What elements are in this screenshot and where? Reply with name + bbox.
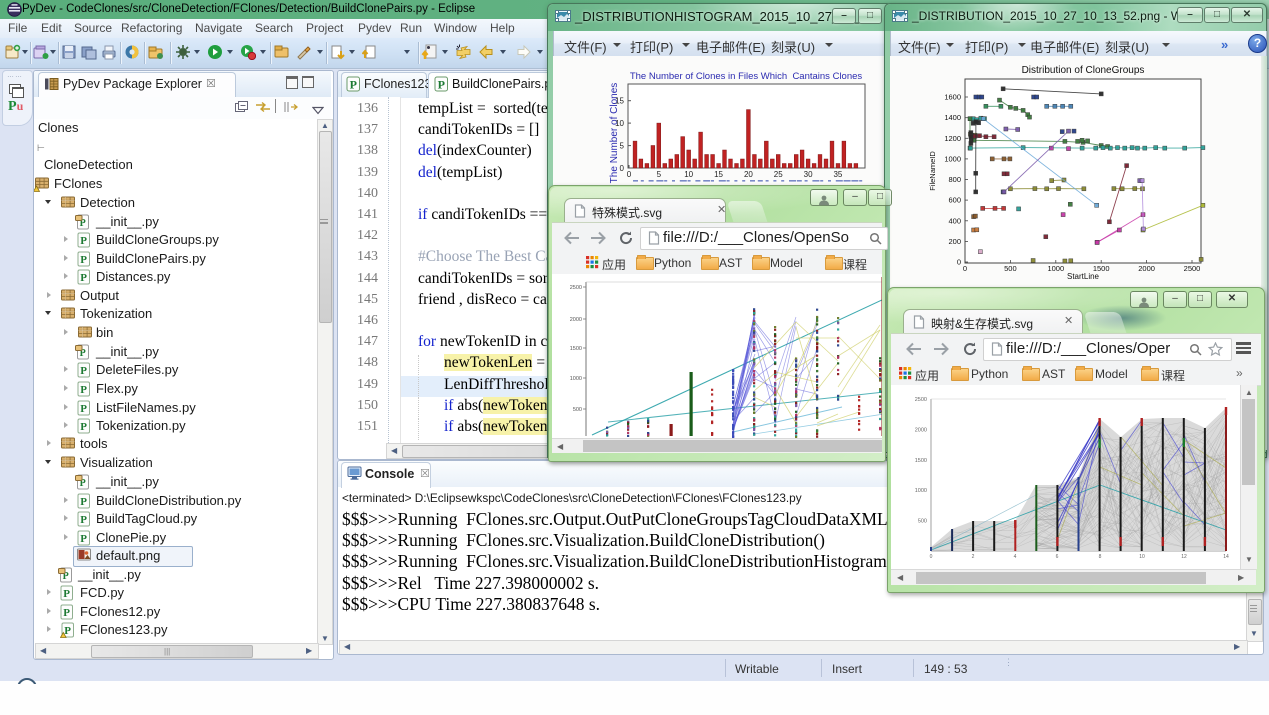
svg-text:600: 600 xyxy=(948,196,961,205)
svg-text:6: 6 xyxy=(1056,554,1059,560)
svg-text:StartLine: StartLine xyxy=(1067,272,1100,281)
svg-text:15: 15 xyxy=(615,97,624,106)
svg-text:P: P xyxy=(80,235,87,247)
svg-text:1200: 1200 xyxy=(944,134,961,143)
svg-text:0: 0 xyxy=(620,164,625,173)
svg-text:0: 0 xyxy=(930,554,933,560)
svg-text:500: 500 xyxy=(918,519,927,525)
svg-text:1000: 1000 xyxy=(944,154,961,163)
svg-text:400: 400 xyxy=(948,216,961,225)
svg-text:2000: 2000 xyxy=(1138,264,1155,273)
svg-text:1500: 1500 xyxy=(1093,264,1110,273)
svg-text:The Number of Clones in Files: The Number of Clones in Files Which Cant… xyxy=(630,71,863,82)
svg-text:5: 5 xyxy=(620,142,625,151)
svg-text:P: P xyxy=(350,78,357,92)
svg-text:P: P xyxy=(80,514,87,526)
svg-text:P: P xyxy=(438,78,445,92)
svg-text:2500: 2500 xyxy=(1184,264,1201,273)
svg-text:2: 2 xyxy=(972,554,975,560)
svg-text:P: P xyxy=(80,496,87,508)
svg-text:500: 500 xyxy=(1004,264,1017,273)
svg-text:P: P xyxy=(80,384,87,396)
svg-text:10: 10 xyxy=(684,170,693,179)
svg-text:2000: 2000 xyxy=(570,317,582,323)
svg-text:1500: 1500 xyxy=(570,346,582,352)
svg-text:P: P xyxy=(80,533,87,545)
svg-text:12: 12 xyxy=(1181,554,1187,560)
svg-text:2500: 2500 xyxy=(570,285,582,291)
svg-text:0: 0 xyxy=(627,170,632,179)
svg-text:35: 35 xyxy=(833,170,842,179)
svg-text:P: P xyxy=(80,403,87,415)
svg-text:10: 10 xyxy=(615,119,624,128)
svg-text:FileNameID: FileNameID xyxy=(928,151,937,191)
svg-text:0: 0 xyxy=(963,264,967,273)
svg-text:0: 0 xyxy=(957,258,961,267)
svg-text:800: 800 xyxy=(948,175,961,184)
svg-text:500: 500 xyxy=(573,407,582,413)
svg-text:Distribution of CloneGroups: Distribution of CloneGroups xyxy=(1022,65,1145,76)
svg-text:1000: 1000 xyxy=(570,376,582,382)
svg-text:30: 30 xyxy=(804,170,813,179)
svg-text:15: 15 xyxy=(714,170,723,179)
svg-text:1600: 1600 xyxy=(944,93,961,102)
svg-text:P: P xyxy=(63,588,70,600)
svg-text:4: 4 xyxy=(1014,554,1017,560)
svg-text:10: 10 xyxy=(1139,554,1145,560)
svg-text:1000: 1000 xyxy=(1047,264,1064,273)
svg-text:2000: 2000 xyxy=(915,427,927,433)
svg-text:14: 14 xyxy=(1223,554,1229,560)
svg-text:1400: 1400 xyxy=(944,113,961,122)
svg-text:1000: 1000 xyxy=(915,488,927,494)
svg-text:200: 200 xyxy=(948,237,961,246)
svg-text:1500: 1500 xyxy=(915,458,927,464)
svg-text:P: P xyxy=(80,272,87,284)
svg-text:2500: 2500 xyxy=(915,397,927,403)
svg-text:25: 25 xyxy=(774,170,783,179)
svg-text:P: P xyxy=(63,607,70,619)
svg-text:P: P xyxy=(80,365,87,377)
svg-text:P: P xyxy=(80,421,87,433)
svg-text:5: 5 xyxy=(657,170,662,179)
svg-text:P: P xyxy=(80,254,87,266)
svg-text:20: 20 xyxy=(744,170,753,179)
svg-text:8: 8 xyxy=(1099,554,1102,560)
